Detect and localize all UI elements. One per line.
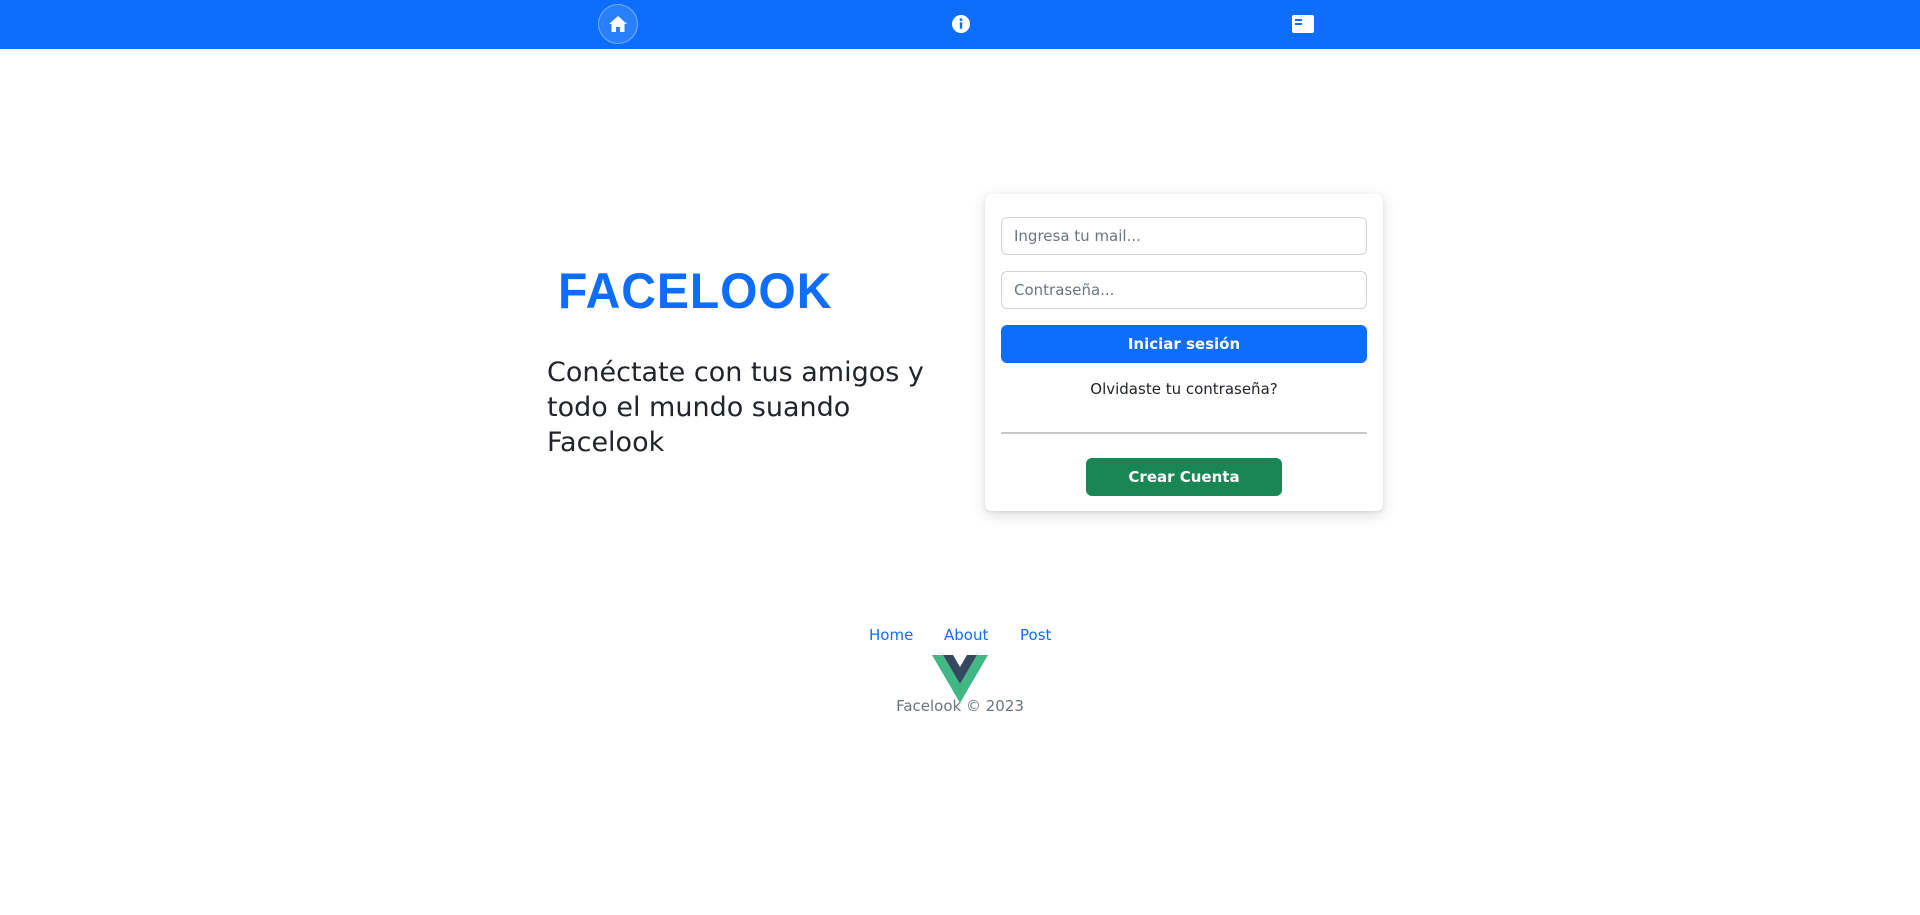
login-button[interactable]: Iniciar sesión: [1001, 325, 1367, 363]
vue-logo-icon: [932, 655, 988, 703]
brand-logo-text: FACELOOK: [558, 263, 833, 319]
post-card-icon: [1292, 15, 1314, 33]
nav-about-button[interactable]: [941, 4, 981, 44]
nav-post-button[interactable]: [1283, 4, 1323, 44]
hero-tagline: Conéctate con tus amigos y todo el mundo…: [547, 357, 924, 458]
nav-home-button[interactable]: [598, 4, 638, 44]
forgot-password-link[interactable]: Olvidaste tu contraseña?: [985, 380, 1383, 398]
email-input[interactable]: [1001, 217, 1367, 255]
footer-nav: Home About Post: [0, 626, 1920, 646]
create-account-button[interactable]: Crear Cuenta: [1086, 458, 1282, 496]
info-icon: [952, 15, 970, 33]
login-card: Iniciar sesión Olvidaste tu contraseña? …: [985, 194, 1383, 511]
footer-link-about[interactable]: About: [944, 626, 988, 644]
card-divider: [1001, 432, 1367, 434]
home-icon: [609, 16, 627, 32]
footer-copyright: Facelook © 2023: [896, 697, 1024, 715]
footer-link-post[interactable]: Post: [1020, 626, 1051, 644]
password-input[interactable]: [1001, 271, 1367, 309]
top-navbar: [0, 0, 1920, 49]
footer-link-home[interactable]: Home: [869, 626, 913, 644]
